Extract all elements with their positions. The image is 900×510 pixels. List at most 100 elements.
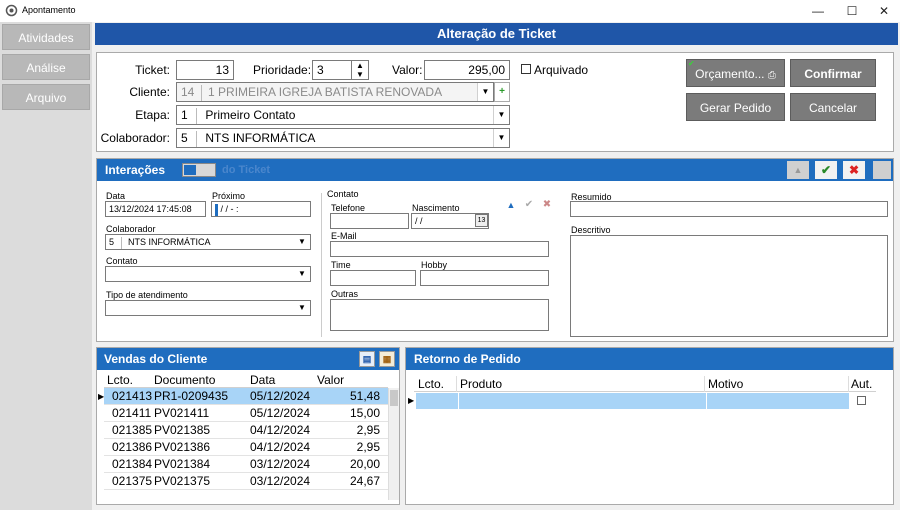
scrollbar-thumb[interactable] — [390, 390, 398, 406]
cell-lcto: 021386 — [112, 440, 152, 454]
etapa-select[interactable]: 1 Primeiro Contato — [176, 105, 510, 125]
triangle-up-icon[interactable]: ▲ — [503, 197, 519, 213]
cliente-code: 14 — [181, 85, 195, 99]
cell-valor: 20,00 — [349, 457, 380, 471]
nav-analise[interactable]: Análise — [2, 54, 90, 80]
col-documento[interactable]: Documento — [154, 373, 215, 387]
retorno-title: Retorno de Pedido — [414, 352, 521, 366]
cell-data: 03/12/2024 — [250, 457, 311, 471]
nav-atividades[interactable]: Atividades — [2, 24, 90, 50]
ticket-label: Ticket: — [135, 63, 170, 77]
hobby-label: Hobby — [421, 260, 448, 270]
nav-arquivo[interactable]: Arquivo — [2, 84, 90, 110]
cliente-select[interactable]: 14 1 PRIMEIRA IGREJA BATISTA RENOVADA — [176, 82, 494, 102]
cell-valor: 51,48 — [349, 389, 380, 403]
cancelar-button[interactable]: Cancelar — [790, 93, 876, 121]
cell-lcto: 021411 — [112, 406, 152, 420]
contato-select[interactable] — [105, 266, 311, 282]
calendar-icon[interactable]: 13 — [475, 214, 488, 227]
col-produto[interactable]: Produto — [460, 377, 502, 391]
table-row[interactable]: 021413 PR1-0209435 05/12/2024 51,48 — [104, 388, 388, 405]
descritivo-label: Descritivo — [571, 225, 611, 235]
cliente-label: Cliente: — [129, 85, 170, 99]
interacoes-title: Interações — [105, 163, 166, 177]
confirmar-button[interactable]: Confirmar — [790, 59, 876, 87]
aut-checkbox[interactable] — [857, 396, 866, 405]
interacao-colaborador-select[interactable]: 5 NTS INFORMÁTICA — [105, 234, 311, 250]
cell-documento: PV021375 — [154, 474, 211, 488]
chevron-down-icon[interactable]: ▼ — [294, 235, 310, 249]
orcamento-button[interactable]: Orçamento... ⎙ — [686, 59, 785, 87]
vendas-header: Vendas do Cliente ▤ ▦ — [97, 348, 399, 370]
col-lcto[interactable]: Lcto. — [107, 373, 133, 387]
email-label: E-Mail — [331, 231, 357, 241]
chevron-down-icon[interactable]: ▼ — [294, 301, 310, 315]
descritivo-textarea[interactable] — [570, 235, 888, 337]
ticket-toggle[interactable] — [182, 163, 216, 177]
cell-data: 04/12/2024 — [250, 423, 311, 437]
maximize-button[interactable]: ☐ — [842, 2, 862, 20]
hobby-input[interactable] — [420, 270, 549, 286]
vendas-scrollbar[interactable] — [388, 388, 399, 500]
cell-valor: 24,67 — [349, 474, 380, 488]
col-data[interactable]: Data — [250, 373, 275, 387]
document-icon[interactable]: ▤ — [359, 351, 375, 367]
cell-documento: PR1-0209435 — [154, 389, 229, 403]
chevron-down-icon[interactable]: ▼ — [493, 129, 509, 147]
check-icon[interactable]: ✔ — [815, 161, 837, 179]
gerar-pedido-button[interactable]: Gerar Pedido — [686, 93, 785, 121]
close-icon[interactable]: ✖ — [539, 197, 555, 213]
arquivado-checkbox[interactable] — [521, 64, 531, 74]
chevron-down-icon[interactable]: ▼ — [294, 267, 310, 281]
close-icon[interactable]: ✖ — [843, 161, 865, 179]
retorno-row[interactable] — [416, 393, 876, 409]
vendas-table-header: Lcto. Documento Data Valor — [104, 372, 388, 388]
cell-lcto: 021385 — [112, 423, 152, 437]
col-aut[interactable]: Aut. — [851, 377, 872, 391]
table-row[interactable]: 021384 PV021384 03/12/2024 20,00 — [104, 456, 388, 473]
email-input[interactable] — [330, 241, 549, 257]
cell-documento: PV021384 — [154, 457, 211, 471]
proximo-label: Próximo — [212, 191, 246, 201]
cell-data: 04/12/2024 — [250, 440, 311, 454]
interacoes-header: Interações do Ticket ▲ ✔ ✖ — [97, 159, 893, 181]
valor-input[interactable]: 295,00 — [424, 60, 510, 80]
table-row[interactable]: 021385 PV021385 04/12/2024 2,95 — [104, 422, 388, 439]
check-icon[interactable]: ✔ — [521, 197, 537, 213]
resumido-input[interactable] — [570, 201, 888, 217]
arquivado-label: Arquivado — [534, 63, 589, 77]
priority-input[interactable]: 3 — [312, 60, 352, 80]
table-row[interactable]: 021375 PV021375 03/12/2024 24,67 — [104, 473, 388, 490]
triangle-up-icon[interactable]: ▲ — [787, 161, 809, 179]
chevron-down-icon[interactable]: ▼ — [477, 83, 493, 101]
proximo-input[interactable]: / / - : — [211, 201, 311, 217]
chevron-down-icon[interactable]: ▼ — [493, 106, 509, 124]
cell-lcto: 021384 — [112, 457, 152, 471]
time-input[interactable] — [330, 270, 416, 286]
cell-data: 05/12/2024 — [250, 389, 311, 403]
minimize-button[interactable]: — — [808, 2, 828, 20]
outras-textarea[interactable] — [330, 299, 549, 331]
table-row[interactable]: 021386 PV021386 04/12/2024 2,95 — [104, 439, 388, 456]
check-icon: ✔ — [688, 59, 695, 68]
close-window-button[interactable]: ✕ — [874, 2, 894, 20]
report-icon[interactable]: ▦ — [379, 351, 395, 367]
cell-lcto: 021375 — [112, 474, 152, 488]
cell-valor: 2,95 — [356, 440, 380, 454]
telefone-label: Telefone — [331, 203, 366, 213]
col-motivo[interactable]: Motivo — [708, 377, 743, 391]
orcamento-label: Orçamento... — [695, 67, 765, 81]
tipo-atendimento-select[interactable] — [105, 300, 311, 316]
telefone-input[interactable] — [330, 213, 409, 229]
ticket-input[interactable]: 13 — [176, 60, 234, 80]
data-input[interactable]: 13/12/2024 17:45:08 — [105, 201, 206, 217]
col-lcto[interactable]: Lcto. — [418, 377, 444, 391]
etapa-label: Etapa: — [135, 108, 170, 122]
colaborador-select[interactable]: 5 NTS INFORMÁTICA — [176, 128, 510, 148]
add-cliente-icon[interactable]: + — [494, 82, 510, 102]
col-valor[interactable]: Valor — [317, 373, 344, 387]
cell-lcto: 021413 — [112, 389, 152, 403]
priority-stepper[interactable]: ▲ ▼ — [351, 60, 369, 80]
extra-button[interactable] — [873, 161, 891, 179]
table-row[interactable]: 021411 PV021411 05/12/2024 15,00 — [104, 405, 388, 422]
